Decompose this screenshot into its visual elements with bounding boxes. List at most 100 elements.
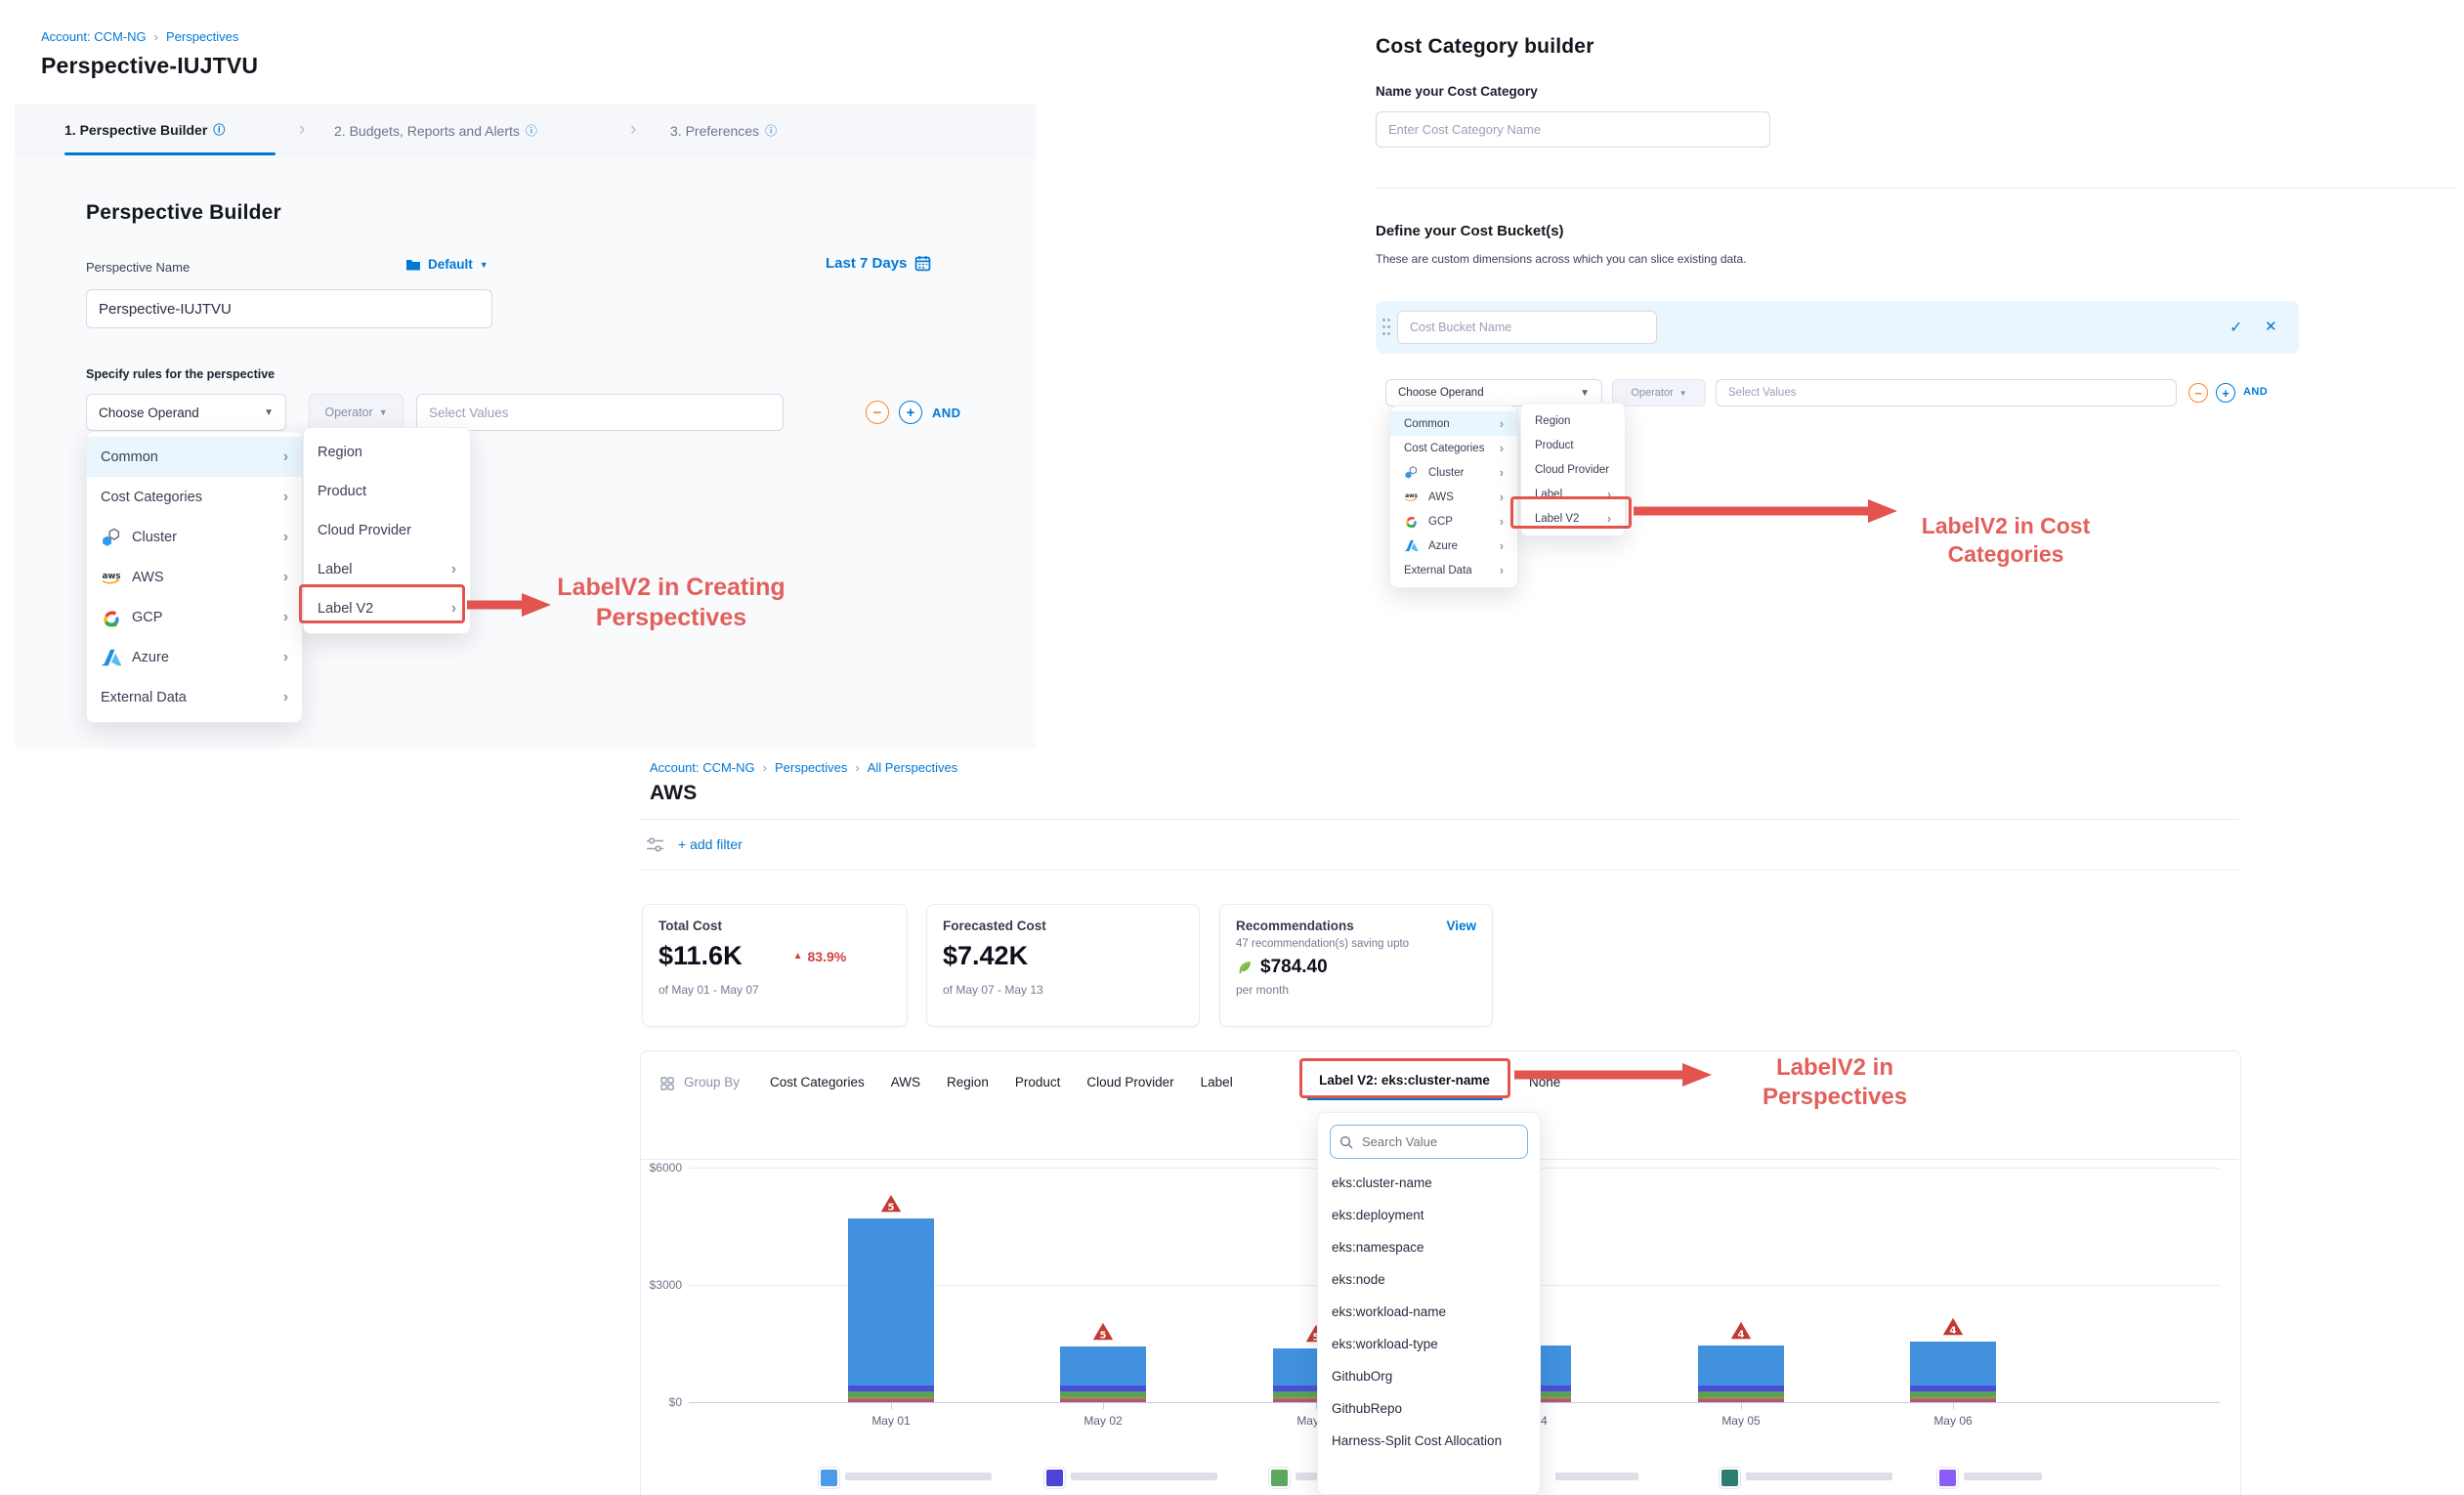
value-option-eks-workload-name[interactable]: eks:workload-name [1318,1296,1540,1328]
menu-item-aws[interactable]: awsAWS› [87,557,302,597]
submenu-item-label[interactable]: Label› [1521,482,1625,506]
filter-icon[interactable] [646,836,664,853]
menu-item-common[interactable]: Common› [1390,411,1517,436]
value-option-eks-workload-type[interactable]: eks:workload-type [1318,1328,1540,1360]
total-cost-value: $11.6K [658,941,743,971]
card-title: Total Cost [658,918,891,933]
confirm-check-icon[interactable]: ✓ [2230,318,2242,337]
menu-item-external-data[interactable]: External Data› [87,677,302,717]
recommendations-card: Recommendations View 47 recommendation(s… [1219,904,1493,1027]
menu-item-gcp[interactable]: GCP› [1390,509,1517,534]
submenu-item-region[interactable]: Region [1521,408,1625,433]
info-icon: ⓘ [765,122,777,139]
submenu-item-product[interactable]: Product [1521,433,1625,457]
bucket-name-input[interactable] [1397,311,1657,344]
tab-chevron-icon: › [299,119,305,141]
tab-budgets-reports-alerts[interactable]: 2. Budgets, Reports and Alertsⓘ [334,122,537,139]
breadcrumb-account-link[interactable]: Account: CCM-NG [41,29,147,44]
value-option-githubrepo[interactable]: GithubRepo [1318,1392,1540,1425]
perspective-name-input[interactable] [86,289,492,328]
view-link[interactable]: View [1446,918,1476,933]
drag-handle-icon[interactable] [1381,317,1390,338]
value-option-eks-node[interactable]: eks:node [1318,1263,1540,1296]
value-option-eks-cluster-name[interactable]: eks:cluster-name [1318,1167,1540,1199]
cc-operand-menu: Common›Cost Categories›Cluster›awsAWS›GC… [1389,406,1518,588]
menu-item-cost-categories[interactable]: Cost Categories› [1390,436,1517,460]
cc-name-label: Name your Cost Category [1376,84,1538,99]
operator-select[interactable]: Operator▼ [309,394,404,431]
menu-item-label: Azure [1428,540,1458,552]
menu-item-external-data[interactable]: External Data› [1390,558,1517,582]
submenu-item-product[interactable]: Product [304,472,470,511]
annotation-arrow-right-icon [1634,496,1899,526]
search-value-field[interactable] [1330,1125,1528,1159]
folder-selector[interactable]: Default ▼ [405,257,489,272]
breadcrumb-separator: › [763,760,767,775]
cc-add-rule-button[interactable]: + [2216,383,2235,403]
menu-item-cost-categories[interactable]: Cost Categories› [87,477,302,517]
choose-operand-select[interactable]: Choose Operand▼ [86,394,286,431]
caret-down-icon: ▼ [264,407,274,418]
chevron-right-icon: › [451,600,456,618]
total-cost-card: Total Cost $11.6K ▲ 83.9% of May 01 - Ma… [642,904,908,1027]
cc-remove-rule-button[interactable]: − [2188,383,2208,403]
perspective-name-field[interactable] [86,289,492,328]
cc-name-input[interactable] [1376,111,1770,148]
tab-preferences[interactable]: 3. Preferencesⓘ [670,122,777,139]
caret-down-icon: ▼ [1679,389,1687,398]
remove-rule-button[interactable]: − [866,401,889,424]
cancel-x-icon[interactable]: ✕ [2265,318,2277,335]
menu-item-cluster[interactable]: Cluster› [87,517,302,557]
submenu-item-cloud-provider[interactable]: Cloud Provider [304,511,470,550]
value-option-eks-namespace[interactable]: eks:namespace [1318,1231,1540,1263]
menu-item-label: Common [101,449,158,465]
gcp-icon [1404,514,1419,529]
select-values-input[interactable] [416,394,784,431]
menu-item-common[interactable]: Common› [87,437,302,477]
breadcrumb-account-link[interactable]: Account: CCM-NG [650,760,755,775]
cc-select-values-input[interactable] [1716,379,2177,406]
group-by-cost-categories[interactable]: Cost Categories [770,1075,865,1089]
cc-select-values-field[interactable] [1716,379,2177,406]
value-option-githuborg[interactable]: GithubOrg [1318,1360,1540,1392]
menu-item-label: Cost Categories [1404,443,1484,454]
submenu-item-label: Label V2 [318,601,373,617]
menu-item-gcp[interactable]: GCP› [87,597,302,637]
value-option-harness-split-cost-allocation[interactable]: Harness-Split Cost Allocation [1318,1425,1540,1457]
submenu-item-label-v2[interactable]: Label V2› [1521,506,1625,531]
submenu-item-label[interactable]: Label› [304,550,470,589]
menu-item-aws[interactable]: awsAWS› [1390,485,1517,509]
menu-item-azure[interactable]: Azure› [1390,534,1517,558]
group-by-selected-labelv2[interactable]: Label V2: eks:cluster-name [1303,1064,1506,1095]
cc-name-field[interactable] [1376,111,1770,148]
breadcrumb-perspectives-link[interactable]: Perspectives [775,760,847,775]
value-option-eks-deployment[interactable]: eks:deployment [1318,1199,1540,1231]
group-by-product[interactable]: Product [1015,1075,1061,1089]
submenu-item-label-v2[interactable]: Label V2 › [304,589,470,628]
group-by-region[interactable]: Region [947,1075,989,1089]
bucket-name-field[interactable] [1397,311,1657,344]
group-by-icon [660,1077,674,1090]
add-filter-button[interactable]: + add filter [678,836,743,852]
search-value-input[interactable] [1360,1133,1520,1150]
group-by-aws[interactable]: AWS [891,1075,920,1089]
date-range-picker[interactable]: Last 7 Days [826,255,931,272]
submenu-item-cloud-provider[interactable]: Cloud Provider [1521,457,1625,482]
menu-item-azure[interactable]: Azure› [87,637,302,677]
group-by-items: Cost Categories AWS Region Product Cloud Pro… [770,1075,1233,1089]
cc-operator-select[interactable]: Operator▼ [1612,379,1706,406]
submenu-item-label: Region [318,445,362,460]
menu-item-cluster[interactable]: Cluster› [1390,460,1517,485]
menu-item-label: Azure [132,650,169,665]
tab-perspective-builder[interactable]: 1. Perspective Builderⓘ [64,121,225,138]
group-by-cloud-provider[interactable]: Cloud Provider [1086,1075,1173,1089]
breadcrumb-all-perspectives-link[interactable]: All Perspectives [868,760,957,775]
breadcrumb-perspectives-link[interactable]: Perspectives [166,29,238,44]
group-by-label[interactable]: Label [1201,1075,1233,1089]
add-rule-button[interactable]: + [899,401,922,424]
menu-item-label: GCP [1428,516,1453,528]
select-values-field[interactable] [416,394,784,431]
submenu-item-region[interactable]: Region [304,433,470,472]
aws-icon: aws [1404,490,1419,504]
card-title: Forecasted Cost [943,918,1183,933]
